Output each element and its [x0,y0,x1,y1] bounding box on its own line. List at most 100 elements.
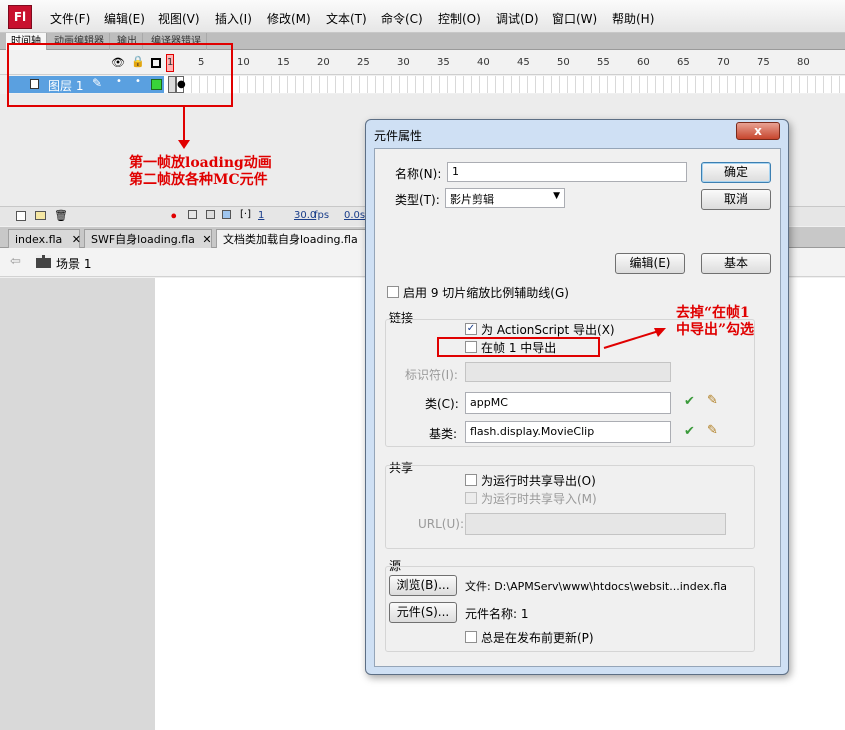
menu-view[interactable]: 视图(V) [158,10,200,27]
close-button[interactable]: x [736,122,780,140]
frame-number: 75 [757,57,770,68]
frame-number: 40 [477,57,490,68]
annotation-arrow-head [178,140,190,149]
annotation-right-line1: 去掉“在帧1 [676,305,750,321]
export-as3-checkbox[interactable]: ✓ [465,323,477,335]
menu-debug[interactable]: 调试(D) [496,10,539,27]
doc-tab-label: 文档类加载自身loading.fla [223,233,358,246]
class-label: 类(C): [425,397,459,411]
class-input[interactable]: appMC [465,392,671,414]
doc-tab-docclass-loading[interactable]: 文档类加载自身loading.fla [216,229,366,248]
doc-tab-index[interactable]: index.fla ✕ [8,229,81,248]
doc-tab-swf-loading[interactable]: SWF自身loading.fla ✕ [84,229,212,248]
export-runtime-checkbox[interactable] [465,474,477,486]
menu-window[interactable]: 窗口(W) [552,10,597,27]
back-arrow-icon[interactable]: ⇦ [10,254,21,269]
type-select[interactable]: 影片剪辑 ▼ [445,188,565,208]
fps-unit: fps [314,210,330,221]
frame-number: 50 [557,57,570,68]
type-label: 类型(T): [395,193,440,207]
url-input [465,513,726,535]
check-icon[interactable]: ✔ [684,424,695,439]
ok-button[interactable]: 确定 [701,162,771,183]
flash-app-window: Fl 文件(F) 编辑(E) 视图(V) 插入(I) 修改(M) 文本(T) 命… [0,0,845,730]
url-label: URL(U): [418,517,464,531]
annotation-timeline-box [7,43,233,107]
onion-markers-icon[interactable]: [·] [240,209,251,220]
chevron-down-icon: ▼ [553,191,560,201]
symbol-properties-dialog: 元件属性 x 名称(N): 1 类型(T): 影片剪辑 ▼ 确定 取消 编辑(E… [365,119,789,675]
import-runtime-checkbox [465,492,477,504]
type-select-value: 影片剪辑 [450,193,494,206]
trash-icon[interactable]: 🗑 [54,209,68,222]
base-class-input[interactable]: flash.display.MovieClip [465,421,671,443]
menu-edit[interactable]: 编辑(E) [104,10,145,27]
slice9-checkbox[interactable] [387,286,399,298]
menu-control[interactable]: 控制(O) [438,10,481,27]
onion-outline-icon[interactable] [206,210,215,219]
frame-number: 15 [277,57,290,68]
identifier-input [465,362,671,382]
annotation-arrow-line [183,107,185,143]
menubar: Fl 文件(F) 编辑(E) 视图(V) 插入(I) 修改(M) 文本(T) 命… [0,0,845,33]
import-runtime-label: 为运行时共享导入(M) [481,492,597,506]
always-update-checkbox[interactable] [465,631,477,643]
frame-number: 25 [357,57,370,68]
frame-number: 45 [517,57,530,68]
annotation-arrow [603,328,666,349]
name-input[interactable]: 1 [447,162,687,182]
current-frame[interactable]: 1 [258,210,264,221]
annotation-left-line1: 第一帧放loading动画 [129,155,272,171]
menu-file[interactable]: 文件(F) [50,10,90,27]
frame-number: 60 [637,57,650,68]
cancel-button[interactable]: 取消 [701,189,771,210]
flash-logo-icon: Fl [8,5,32,29]
basic-button[interactable]: 基本 [701,253,771,274]
new-layer-icon[interactable] [16,211,26,221]
edit-multiple-icon[interactable] [222,210,231,219]
elapsed-time[interactable]: 0.0s [344,210,365,221]
always-update-label[interactable]: 总是在发布前更新(P) [481,629,594,646]
frame-cells[interactable]: ● [168,76,845,93]
menu-commands[interactable]: 命令(C) [381,10,423,27]
new-folder-icon[interactable] [35,211,46,220]
frame-number: 80 [797,57,810,68]
source-file-path: 文件: D:\APMServ\www\htdocs\websit...index… [465,580,727,593]
export-runtime-label[interactable]: 为运行时共享导出(O) [481,472,596,489]
frame-number: 20 [317,57,330,68]
frame-number: 70 [717,57,730,68]
frame-number: 10 [237,57,250,68]
annotation-left: 第一帧放loading动画 第二帧放各种MC元件 [129,155,272,189]
onion-skin-icon[interactable] [188,210,197,219]
base-class-label: 基类: [429,427,458,441]
name-label: 名称(N): [395,167,442,181]
center-frame-icon[interactable]: ⦁ [171,209,177,223]
doc-tab-label: index.fla [15,233,63,246]
frame-number: 55 [597,57,610,68]
annotation-arrow-shaft [603,329,663,349]
pencil-icon[interactable]: ✎ [707,393,718,408]
menu-insert[interactable]: 插入(I) [215,10,252,27]
browse-button[interactable]: 浏览(B)... [389,575,457,596]
annotation-left-line2: 第二帧放各种MC元件 [129,172,268,188]
doc-tab-label: SWF自身loading.fla [91,233,195,246]
annotation-checkbox-box [437,337,600,357]
menu-modify[interactable]: 修改(M) [267,10,311,27]
dialog-title: 元件属性 [374,129,423,143]
fps-value[interactable]: 30.0 [294,210,316,221]
scene-label[interactable]: 场景 1 [56,255,91,272]
identifier-label: 标识符(I): [405,368,458,382]
pencil-icon[interactable]: ✎ [707,423,718,438]
clapper-icon [36,255,51,268]
edit-button[interactable]: 编辑(E) [615,253,685,274]
export-as3-label[interactable]: 为 ActionScript 导出(X) [481,321,615,338]
symbol-button[interactable]: 元件(S)... [389,602,457,623]
frame-number: 65 [677,57,690,68]
slice9-label[interactable]: 启用 9 切片缩放比例辅助线(G) [403,284,569,301]
menu-help[interactable]: 帮助(H) [612,10,654,27]
menu-text[interactable]: 文本(T) [326,10,367,27]
annotation-right: 去掉“在帧1 中导出”勾选 [676,305,754,339]
check-icon[interactable]: ✔ [684,394,695,409]
close-icon[interactable]: ✕ [202,233,211,246]
close-icon[interactable]: ✕ [72,233,81,246]
